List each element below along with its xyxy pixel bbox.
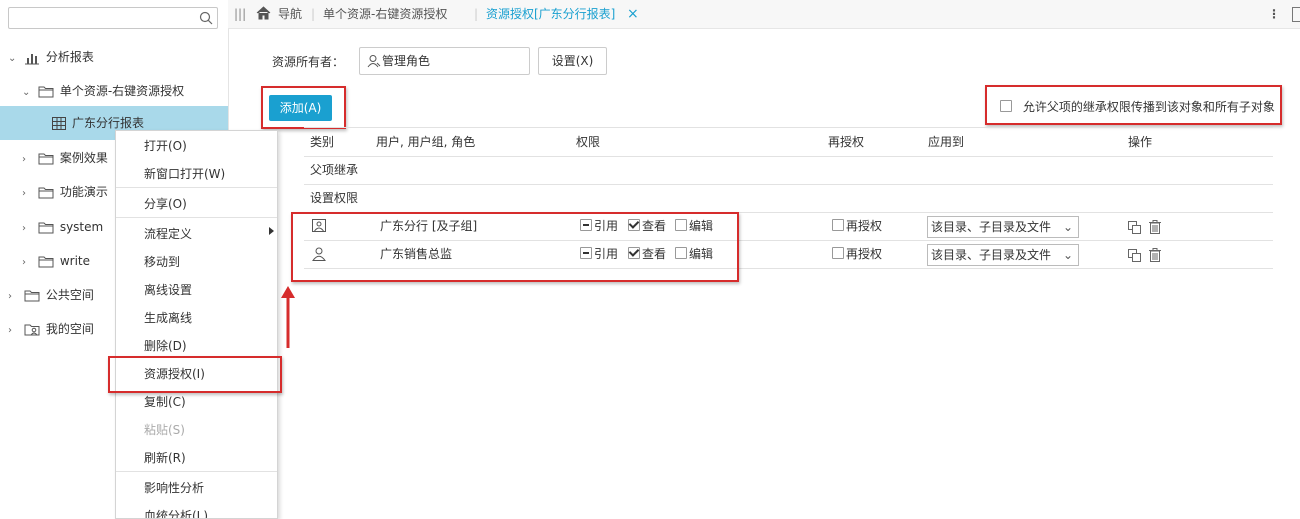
folder-icon bbox=[24, 290, 40, 302]
menu-toggle-icon[interactable]: ||| bbox=[234, 0, 246, 28]
user-role-icon bbox=[367, 55, 381, 68]
menu-item-impact-analysis[interactable]: 影响性分析 bbox=[116, 474, 277, 502]
tree-item-system[interactable]: › system bbox=[22, 210, 103, 244]
user-folder-icon bbox=[24, 324, 40, 336]
tree-item-label: write bbox=[59, 254, 90, 268]
chevron-right-icon[interactable]: › bbox=[8, 280, 20, 314]
tree-item-label: 公共空间 bbox=[45, 288, 94, 302]
menu-divider bbox=[116, 217, 277, 218]
table-header: 类别 用户, 用户组, 角色 权限 再授权 应用到 操作 bbox=[304, 127, 1273, 157]
folder-icon bbox=[38, 86, 54, 98]
chart-icon bbox=[24, 53, 39, 64]
chevron-right-icon[interactable]: › bbox=[22, 212, 34, 246]
tree-item-label: 我的空间 bbox=[45, 322, 94, 336]
owner-value: 管理角色 bbox=[382, 54, 431, 68]
owner-label: 资源所有者： bbox=[272, 55, 345, 69]
chevron-right-icon[interactable]: › bbox=[22, 177, 34, 211]
tree-item-label: 功能演示 bbox=[59, 185, 108, 199]
tree-item-label: 单个资源-右键资源授权 bbox=[59, 84, 185, 98]
window-icon[interactable] bbox=[1292, 7, 1300, 22]
menu-item-generate-offline[interactable]: 生成离线 bbox=[116, 304, 277, 332]
delete-icon[interactable] bbox=[1149, 248, 1161, 262]
tree-item-label: 广东分行报表 bbox=[72, 116, 145, 130]
tab-resource-auth[interactable]: 资源授权[广东分行报表] bbox=[486, 0, 615, 28]
header-apply-to: 应用到 bbox=[928, 135, 965, 149]
apply-to-select[interactable]: 该目录、子目录及文件 ⌄ bbox=[927, 216, 1079, 238]
group-label: 设置权限 bbox=[310, 191, 359, 205]
menu-item-offline-settings[interactable]: 离线设置 bbox=[116, 276, 277, 304]
folder-icon bbox=[38, 187, 54, 199]
highlight-box-add bbox=[261, 86, 346, 129]
menu-item-process[interactable]: 流程定义 bbox=[116, 220, 277, 248]
tree-item-public-space[interactable]: › 公共空间 bbox=[8, 278, 94, 312]
tab-single-resource[interactable]: 单个资源-右键资源授权 bbox=[323, 0, 447, 28]
chevron-down-icon: ⌄ bbox=[1062, 220, 1073, 234]
copy-icon[interactable] bbox=[1128, 221, 1141, 234]
apply-to-select[interactable]: 该目录、子目录及文件 ⌄ bbox=[927, 244, 1079, 266]
delete-icon[interactable] bbox=[1149, 220, 1161, 234]
checkbox[interactable] bbox=[832, 247, 844, 259]
group-row-inherit: 父项继承 bbox=[304, 156, 1273, 185]
menu-item-share[interactable]: 分享(O) bbox=[116, 190, 277, 218]
menu-item-lineage-analysis[interactable]: 血统分析(L) bbox=[116, 502, 277, 518]
chevron-right-icon[interactable]: › bbox=[22, 143, 34, 177]
copy-icon[interactable] bbox=[1128, 249, 1141, 262]
owner-set-button[interactable]: 设置(X) bbox=[538, 47, 607, 75]
tree-item-single-resource[interactable]: ⌄ 单个资源-右键资源授权 bbox=[22, 74, 184, 108]
group-label: 父项继承 bbox=[310, 163, 359, 177]
menu-item-move[interactable]: 移动到 bbox=[116, 248, 277, 276]
menu-item-paste: 粘贴(S) bbox=[144, 423, 185, 437]
menu-item-open[interactable]: 打开(O) bbox=[116, 132, 277, 160]
tree-item-analysis-reports[interactable]: ⌄ 分析报表 bbox=[8, 40, 94, 74]
folder-icon bbox=[38, 153, 54, 165]
tree-item-write[interactable]: › write bbox=[22, 244, 90, 278]
search-input[interactable] bbox=[8, 7, 218, 29]
checkbox[interactable] bbox=[832, 219, 844, 231]
chevron-right-icon[interactable]: › bbox=[8, 314, 20, 348]
highlight-box-rows bbox=[291, 212, 739, 282]
regrant[interactable]: 再授权 bbox=[832, 213, 882, 240]
chevron-down-icon[interactable]: ⌄ bbox=[22, 76, 34, 110]
folder-icon bbox=[38, 222, 54, 234]
search-icon[interactable] bbox=[199, 11, 213, 25]
tab-nav[interactable]: 导航 bbox=[278, 0, 302, 28]
home-icon[interactable] bbox=[256, 6, 271, 20]
chevron-down-icon: ⌄ bbox=[1062, 248, 1073, 262]
tab-divider: | bbox=[474, 7, 479, 21]
table-icon bbox=[52, 117, 66, 130]
tree-item-feature-demo[interactable]: › 功能演示 bbox=[22, 175, 108, 209]
context-menu: 打开(O) 新窗口打开(W) 分享(O) 流程定义 移动到 离线设置 生成离线 … bbox=[115, 130, 278, 519]
tree-item-label: 分析报表 bbox=[45, 50, 94, 64]
arrow-up-icon bbox=[281, 286, 295, 348]
header-actions: 操作 bbox=[1128, 135, 1153, 149]
tab-divider: | bbox=[311, 7, 316, 21]
owner-field[interactable]: 管理角色 bbox=[359, 47, 530, 75]
menu-item-refresh[interactable]: 刷新(R) bbox=[116, 444, 277, 472]
menu-divider bbox=[116, 471, 277, 472]
folder-icon bbox=[38, 256, 54, 268]
chevron-down-icon[interactable]: ⌄ bbox=[8, 42, 20, 76]
tree-item-label: 案例效果 bbox=[59, 151, 108, 165]
tree-item-case-effects[interactable]: › 案例效果 bbox=[22, 141, 108, 175]
more-options-icon[interactable]: ⋮ bbox=[1268, 0, 1280, 28]
menu-divider bbox=[116, 187, 277, 188]
menu-item-open-new-window[interactable]: 新窗口打开(W) bbox=[116, 160, 277, 188]
group-row-set: 设置权限 bbox=[304, 185, 1273, 213]
tree-item-my-space[interactable]: › 我的空间 bbox=[8, 312, 94, 346]
highlight-box-menu bbox=[108, 356, 282, 393]
regrant[interactable]: 再授权 bbox=[832, 241, 882, 268]
header-user: 用户, 用户组, 角色 bbox=[376, 135, 476, 149]
submenu-arrow-icon bbox=[269, 227, 274, 235]
header-regrant: 再授权 bbox=[828, 135, 865, 149]
tab-close-icon[interactable]: × bbox=[627, 0, 639, 28]
tab-bar: ||| 导航 | 单个资源-右键资源授权 | 资源授权[广东分行报表] × ⋮ bbox=[228, 0, 1300, 29]
header-permission: 权限 bbox=[576, 135, 601, 149]
header-type: 类别 bbox=[310, 135, 335, 149]
highlight-box-inherit bbox=[985, 85, 1282, 125]
tree-item-label: system bbox=[59, 220, 104, 234]
chevron-right-icon[interactable]: › bbox=[22, 246, 34, 280]
